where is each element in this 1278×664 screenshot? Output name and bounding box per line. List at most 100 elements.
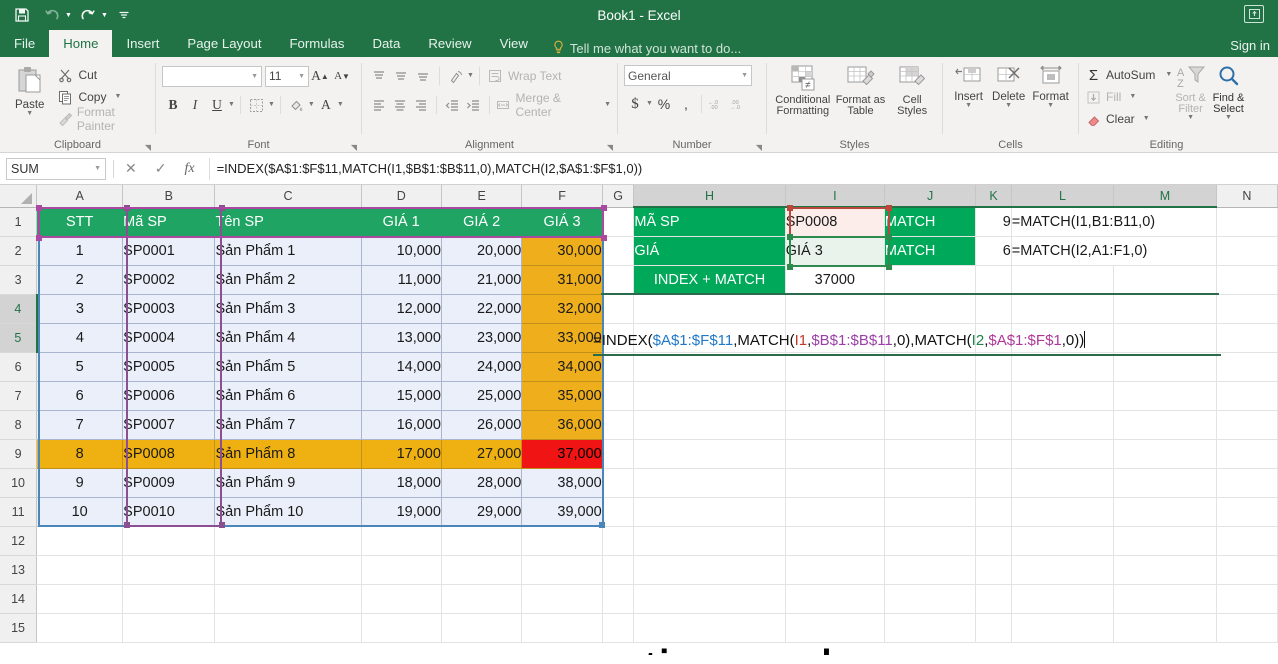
cell-d15[interactable] [361, 613, 442, 643]
cell-e15[interactable] [441, 613, 523, 643]
cell-f4[interactable]: 32,000 [521, 294, 603, 324]
name-box[interactable]: SUM ▼ [6, 157, 106, 180]
cell-j9[interactable] [884, 439, 977, 469]
cell-g15[interactable] [602, 613, 635, 643]
cell-b10[interactable]: SP0009 [122, 468, 216, 498]
underline-dropdown-icon[interactable]: ▼ [228, 101, 235, 108]
cell-l12[interactable] [1011, 526, 1115, 556]
range-handle[interactable] [219, 522, 225, 528]
number-dialog-launcher-icon[interactable]: ◥ [756, 143, 762, 152]
cell-n13[interactable] [1216, 555, 1278, 585]
autosum-dropdown-icon[interactable]: ▼ [1165, 71, 1172, 78]
column-header-i[interactable]: I [785, 185, 885, 208]
cell-d1[interactable]: GIÁ 1 [361, 207, 442, 237]
align-bottom-icon[interactable] [412, 65, 434, 87]
cell-f6[interactable]: 34,000 [521, 352, 603, 382]
cell-e8[interactable]: 26,000 [441, 410, 523, 440]
cell-h14[interactable] [633, 584, 786, 614]
chevron-down-icon[interactable]: ▼ [251, 73, 258, 80]
delete-dropdown-icon[interactable]: ▼ [1005, 102, 1012, 109]
range-handle[interactable] [787, 264, 793, 270]
cell-m13[interactable] [1113, 555, 1217, 585]
cell-c11[interactable]: Sản Phẩm 10 [214, 497, 362, 527]
underline-button[interactable]: U [206, 94, 228, 116]
cell-a2[interactable]: 1 [36, 236, 124, 266]
font-dialog-launcher-icon[interactable]: ◥ [351, 143, 357, 152]
column-header-j[interactable]: J [884, 185, 977, 208]
tab-page-layout[interactable]: Page Layout [173, 30, 275, 57]
cell-j3[interactable] [884, 265, 977, 295]
cell-m5[interactable] [1113, 323, 1217, 353]
cell-j2[interactable]: MATCH [884, 236, 977, 266]
cell-l8[interactable] [1011, 410, 1115, 440]
cell-m14[interactable] [1113, 584, 1217, 614]
cell-k7[interactable] [975, 381, 1012, 411]
fill-dropdown-icon[interactable]: ▼ [1129, 93, 1136, 100]
clear-dropdown-icon[interactable]: ▼ [1143, 115, 1150, 122]
cell-n11[interactable] [1216, 497, 1278, 527]
cell-m10[interactable] [1113, 468, 1217, 498]
cell-c15[interactable] [214, 613, 362, 643]
range-handle[interactable] [886, 234, 892, 240]
format-cells-button[interactable]: Format ▼ [1029, 62, 1072, 109]
cell-c1[interactable]: Tên SP [214, 207, 362, 237]
cell-j4[interactable] [884, 294, 977, 324]
cell-h6[interactable] [633, 352, 786, 382]
fill-button[interactable]: Fill ▼ [1085, 86, 1172, 108]
align-top-icon[interactable] [368, 65, 390, 87]
fill-color-icon[interactable] [286, 94, 308, 116]
find-select-button[interactable]: Find & Select ▼ [1209, 62, 1248, 121]
cell-j1[interactable]: MATCH [884, 207, 977, 237]
cell-k12[interactable] [975, 526, 1012, 556]
cell-e4[interactable]: 22,000 [441, 294, 523, 324]
merge-center-dropdown-icon[interactable]: ▼ [604, 101, 611, 108]
column-header-h[interactable]: H [633, 185, 786, 208]
column-header-e[interactable]: E [441, 185, 523, 208]
cell-h12[interactable] [633, 526, 786, 556]
cell-a9[interactable]: 8 [36, 439, 124, 469]
number-format-combo[interactable]: General ▼ [624, 65, 752, 86]
format-as-table-button[interactable]: Format as Table [833, 62, 889, 117]
bold-button[interactable]: B [162, 94, 184, 116]
range-handle[interactable] [601, 205, 607, 211]
font-name-combo[interactable]: ▼ [162, 65, 262, 87]
alignment-dialog-launcher-icon[interactable]: ◥ [607, 143, 613, 152]
row-header-9[interactable]: 9 [0, 439, 38, 469]
cell-f3[interactable]: 31,000 [521, 265, 603, 295]
cell-k1[interactable]: 9 [975, 207, 1012, 237]
cell-e7[interactable]: 25,000 [441, 381, 523, 411]
cell-m15[interactable] [1113, 613, 1217, 643]
cell-i4[interactable] [785, 294, 885, 324]
cell-f12[interactable] [521, 526, 603, 556]
orientation-dropdown-icon[interactable]: ▼ [467, 72, 474, 79]
clear-button[interactable]: Clear ▼ [1085, 108, 1172, 130]
cell-f13[interactable] [521, 555, 603, 585]
tell-me-box[interactable]: Tell me what you want to do... [552, 40, 741, 57]
cell-h11[interactable] [633, 497, 786, 527]
cell-j11[interactable] [884, 497, 977, 527]
cell-g6[interactable] [602, 352, 635, 382]
cell-b7[interactable]: SP0006 [122, 381, 216, 411]
column-header-m[interactable]: M [1113, 185, 1217, 208]
tab-file[interactable]: File [0, 30, 50, 57]
inline-formula-editor[interactable]: =INDEX($A$1:$F$11,MATCH(I1,$B$1:$B$11,0)… [593, 331, 1086, 349]
save-icon[interactable] [8, 3, 36, 27]
increase-decimal-icon[interactable]: .00 →.0 [728, 93, 750, 115]
cell-k10[interactable] [975, 468, 1012, 498]
range-handle[interactable] [787, 234, 793, 240]
cell-c3[interactable]: Sản Phẩm 2 [214, 265, 362, 295]
cell-d2[interactable]: 10,000 [361, 236, 442, 266]
cell-d12[interactable] [361, 526, 442, 556]
merge-center-button[interactable]: Merge & Center ▼ [495, 91, 611, 119]
align-right-icon[interactable] [410, 94, 431, 116]
cell-g1[interactable] [602, 207, 635, 237]
row-header-14[interactable]: 14 [0, 584, 38, 614]
cell-b1[interactable]: Mã SP [122, 207, 216, 237]
cell-c10[interactable]: Sản Phẩm 9 [214, 468, 362, 498]
borders-dropdown-icon[interactable]: ▼ [268, 101, 275, 108]
cell-n3[interactable] [1216, 265, 1278, 295]
cell-b9[interactable]: SP0008 [122, 439, 216, 469]
redo-dropdown-icon[interactable]: ▼ [101, 12, 108, 19]
cell-g3[interactable] [602, 265, 635, 295]
cell-d13[interactable] [361, 555, 442, 585]
